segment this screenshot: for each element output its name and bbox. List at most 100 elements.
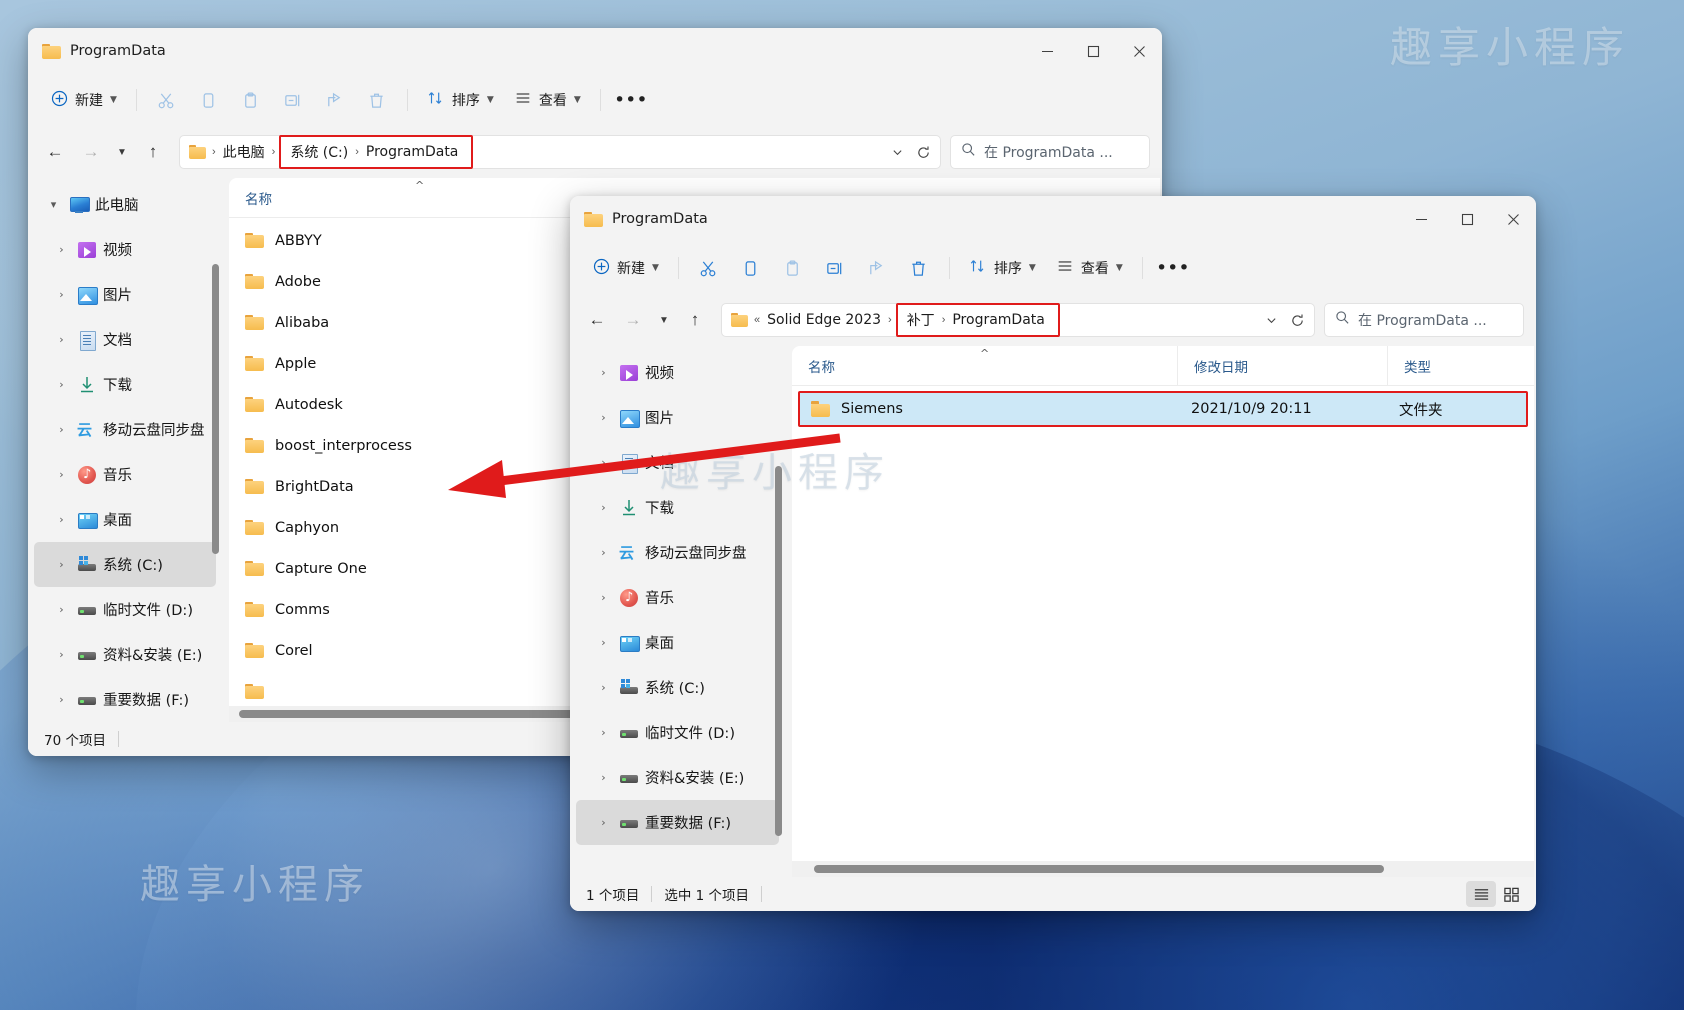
window2-navigation-pane[interactable]: › 视频 › 图片 › 文档 › 下载 › 云 移动云盘同步盘 › ♪ 音乐 ›… <box>570 346 785 877</box>
breadcrumb-programdata[interactable]: ProgramData <box>947 309 1050 331</box>
window2-file-list[interactable]: 名称 ^ 修改日期 类型 Siemens 2021/10/9 20:11 文件夹 <box>792 346 1534 877</box>
new-button[interactable]: 新建 ▼ <box>584 250 668 286</box>
nav-item-system-c[interactable]: › 系统 (C:) <box>34 542 216 587</box>
more-options-button[interactable]: ••• <box>611 82 651 118</box>
chevron-right-icon[interactable]: › <box>594 366 613 379</box>
nav-item-downloads[interactable]: › 下载 <box>34 362 216 407</box>
forward-button[interactable]: → <box>74 135 108 169</box>
chevron-right-icon[interactable]: › <box>52 648 71 661</box>
copy-button[interactable] <box>731 250 771 286</box>
window2-address-row[interactable]: ← → ▼ ↑ « Solid Edge 2023 › 补丁 › Program… <box>570 294 1536 346</box>
rename-button[interactable] <box>273 82 313 118</box>
nav-item-this-pc[interactable]: ▾ 此电脑 <box>34 182 216 227</box>
chevron-right-icon[interactable]: › <box>52 558 71 571</box>
thumbnail-view-icon[interactable] <box>1496 881 1526 907</box>
more-options-button[interactable]: ••• <box>1153 250 1193 286</box>
new-button[interactable]: 新建 ▼ <box>42 82 126 118</box>
nav-item-system-c[interactable]: › 系统 (C:) <box>576 665 779 710</box>
chevron-right-icon[interactable]: › <box>52 333 71 346</box>
chevron-right-icon[interactable]: › <box>52 693 71 706</box>
nav-item-documents[interactable]: › 文档 <box>34 317 216 362</box>
back-button[interactable]: ← <box>38 135 72 169</box>
chevron-right-icon[interactable]: › <box>594 546 613 559</box>
nav-item-desktop[interactable]: › 桌面 <box>34 497 216 542</box>
up-button[interactable]: ↑ <box>136 135 170 169</box>
recent-locations-button[interactable]: ▼ <box>110 135 134 169</box>
column-header-modified[interactable]: 修改日期 <box>1177 346 1387 386</box>
search-box[interactable]: 在 ProgramData ... <box>950 135 1150 169</box>
copy-button[interactable] <box>189 82 229 118</box>
nav-item-important-f[interactable]: › 重要数据 (F:) <box>576 800 779 845</box>
chevron-right-icon[interactable]: › <box>594 411 613 424</box>
window1-titlebar[interactable]: ProgramData <box>28 28 1162 74</box>
share-button[interactable] <box>857 250 897 286</box>
explorer-window-programdata-patch[interactable]: ProgramData 新建 ▼ 排序 ▼ 查看 ▼ ••• ← → ▼ ↑ «… <box>570 196 1536 911</box>
chevron-right-icon[interactable]: › <box>594 456 613 469</box>
table-row[interactable]: Siemens 2021/10/9 20:11 文件夹 <box>798 391 1528 427</box>
rename-button[interactable] <box>815 250 855 286</box>
breadcrumb-this-pc[interactable]: 此电脑 <box>218 139 270 165</box>
nav-item-videos[interactable]: › 视频 <box>576 350 779 395</box>
maximize-button[interactable] <box>1070 28 1116 74</box>
minimize-button[interactable] <box>1024 28 1070 74</box>
close-button[interactable] <box>1116 28 1162 74</box>
pane-splitter[interactable] <box>785 346 792 877</box>
maximize-button[interactable] <box>1444 196 1490 242</box>
nav-item-temp-d[interactable]: › 临时文件 (D:) <box>34 587 216 632</box>
address-dropdown-button[interactable] <box>1258 306 1284 334</box>
chevron-down-icon[interactable]: ▾ <box>44 198 63 211</box>
chevron-right-icon[interactable]: › <box>594 591 613 604</box>
breadcrumb-patch[interactable]: 补丁 <box>902 307 940 333</box>
forward-button[interactable]: → <box>616 303 650 337</box>
view-button[interactable]: 查看 ▼ <box>1047 250 1132 286</box>
window2-titlebar[interactable]: ProgramData <box>570 196 1536 242</box>
address-bar[interactable]: › 此电脑 › 系统 (C:) › ProgramData <box>179 135 941 169</box>
breadcrumb-system-c[interactable]: 系统 (C:) <box>285 139 353 165</box>
breadcrumb-programdata[interactable]: ProgramData <box>361 141 464 163</box>
nav-item-cloud-sync[interactable]: › 移动云盘同步盘 <box>576 530 779 575</box>
window1-toolbar[interactable]: 新建 ▼ 排序 ▼ 查看 ▼ ••• <box>28 74 1162 126</box>
window1-caption-buttons[interactable] <box>1024 28 1162 74</box>
window2-caption-buttons[interactable] <box>1398 196 1536 242</box>
nav-item-temp-d[interactable]: › 临时文件 (D:) <box>576 710 779 755</box>
search-input[interactable]: 在 ProgramData ... <box>984 142 1113 162</box>
chevron-right-icon[interactable]: › <box>52 243 71 256</box>
nav-item-pictures[interactable]: › 图片 <box>576 395 779 440</box>
address-dropdown-button[interactable] <box>884 138 910 166</box>
breadcrumb-overflow[interactable]: « <box>752 314 762 326</box>
breadcrumb-solid-edge[interactable]: Solid Edge 2023 <box>762 309 886 331</box>
chevron-right-icon[interactable]: › <box>594 816 613 829</box>
nav-item-data-e[interactable]: › 资料&安装 (E:) <box>34 632 216 677</box>
window1-navigation-pane[interactable]: ▾ 此电脑 › 视频 › 图片 › 文档 › 下载 › 云 移动云盘同步盘 › … <box>28 178 222 722</box>
nav-pane-scrollbar[interactable] <box>775 466 782 836</box>
nav-item-pictures[interactable]: › 图片 <box>34 272 216 317</box>
sort-button[interactable]: 排序 ▼ <box>418 82 503 118</box>
search-box[interactable]: 在 ProgramData ... <box>1324 303 1524 337</box>
column-header-type[interactable]: 类型 <box>1387 346 1534 386</box>
close-button[interactable] <box>1490 196 1536 242</box>
chevron-right-icon[interactable]: › <box>52 513 71 526</box>
sort-button[interactable]: 排序 ▼ <box>960 250 1045 286</box>
delete-button[interactable] <box>899 250 939 286</box>
chevron-right-icon[interactable]: › <box>52 468 71 481</box>
details-view-icon[interactable] <box>1466 881 1496 907</box>
paste-button[interactable] <box>773 250 813 286</box>
paste-button[interactable] <box>231 82 271 118</box>
nav-item-desktop[interactable]: › 桌面 <box>576 620 779 665</box>
minimize-button[interactable] <box>1398 196 1444 242</box>
nav-item-music[interactable]: › 音乐 <box>34 452 216 497</box>
address-bar[interactable]: « Solid Edge 2023 › 补丁 › ProgramData <box>721 303 1315 337</box>
nav-item-cloud-sync[interactable]: › 移动云盘同步盘 <box>34 407 216 452</box>
nav-item-data-e[interactable]: › 资料&安装 (E:) <box>576 755 779 800</box>
back-button[interactable]: ← <box>580 303 614 337</box>
horizontal-scrollbar[interactable] <box>792 861 1534 877</box>
chevron-right-icon[interactable]: › <box>594 681 613 694</box>
up-button[interactable]: ↑ <box>678 303 712 337</box>
chevron-right-icon[interactable]: › <box>52 288 71 301</box>
share-button[interactable] <box>315 82 355 118</box>
pane-splitter[interactable] <box>222 178 229 722</box>
chevron-right-icon[interactable]: › <box>594 726 613 739</box>
column-header-name[interactable]: 名称 ^ <box>792 346 1177 386</box>
column-header-name[interactable]: 名称 ^ <box>229 178 509 218</box>
chevron-right-icon[interactable]: › <box>594 771 613 784</box>
